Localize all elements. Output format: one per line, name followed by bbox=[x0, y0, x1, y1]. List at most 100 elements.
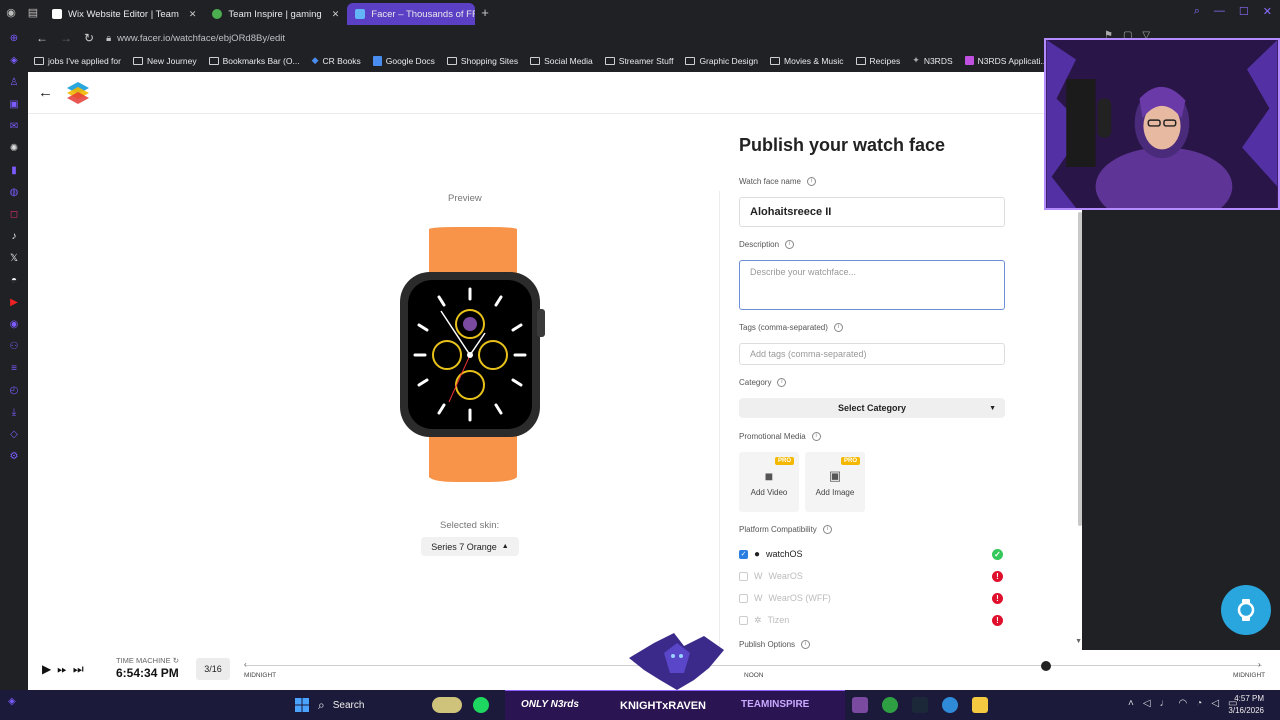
steam-icon[interactable] bbox=[912, 697, 928, 713]
bookmark-item[interactable]: ◆ CR Books bbox=[312, 55, 361, 66]
spotify-icon[interactable] bbox=[473, 697, 489, 713]
info-icon[interactable]: i bbox=[801, 640, 811, 649]
xbox-icon[interactable] bbox=[882, 697, 898, 713]
new-tab-button[interactable]: + bbox=[475, 5, 495, 20]
error-status-icon[interactable]: ! bbox=[992, 614, 1003, 626]
info-icon[interactable]: i bbox=[811, 432, 821, 441]
widget-icon[interactable] bbox=[432, 697, 462, 713]
sidebar-spotify-icon[interactable]: ◉ bbox=[6, 316, 22, 333]
close-icon[interactable]: ✕ bbox=[189, 9, 197, 20]
name-label: Watch face name bbox=[739, 177, 801, 186]
back-arrow-icon[interactable]: ← bbox=[38, 84, 53, 101]
sidebar-messenger-icon[interactable]: ◍ bbox=[6, 184, 22, 201]
info-icon[interactable]: i bbox=[806, 177, 816, 186]
sidebar-youtube-icon[interactable]: ▶ bbox=[6, 294, 22, 311]
speaker-icon[interactable]: ◁ bbox=[1143, 698, 1151, 709]
bookmark-item[interactable]: Social Media bbox=[530, 56, 593, 66]
reset-icon[interactable]: ↻ bbox=[173, 656, 179, 665]
tab-facer[interactable]: Facer – Thousands of FRE ✕ bbox=[347, 3, 476, 25]
sidebar-discord-icon[interactable]: ◓ bbox=[6, 272, 22, 289]
add-video-button[interactable]: PRO ■ Add Video bbox=[739, 452, 799, 512]
description-textarea[interactable]: Describe your watchface... bbox=[739, 260, 1005, 310]
close-window-icon[interactable]: ✕ bbox=[1263, 5, 1272, 18]
widgets-icon[interactable]: ◈ bbox=[8, 696, 16, 707]
taskbar-clock[interactable]: 4:57 PM 3/16/2026 bbox=[1228, 693, 1264, 717]
facer-logo-icon[interactable] bbox=[66, 81, 90, 105]
add-image-button[interactable]: PRO ▣ Add Image bbox=[805, 452, 865, 512]
sidebar-chatgpt-icon[interactable]: ✺ bbox=[6, 140, 22, 157]
tab-wix[interactable]: Wix Website Editor | Team ✕ bbox=[44, 3, 204, 25]
compat-label: Platform Compatibility bbox=[739, 525, 817, 534]
tab-list-icon[interactable]: ▤ bbox=[22, 0, 44, 25]
bookmark-item[interactable]: Shopping Sites bbox=[446, 56, 518, 66]
info-icon[interactable]: i bbox=[785, 240, 795, 249]
maximize-icon[interactable]: ☐ bbox=[1239, 5, 1249, 18]
midnight-right-label: MIDNIGHT bbox=[1233, 672, 1266, 679]
scroll-down-icon[interactable]: ▼ bbox=[1075, 638, 1082, 645]
bookmark-item[interactable]: Graphic Design bbox=[685, 56, 758, 66]
sidebar-settings-icon[interactable]: ⚙ bbox=[6, 448, 22, 465]
watch-face-name-input[interactable]: Alohaitsreece II bbox=[739, 197, 1005, 227]
reload-icon[interactable]: ↻ bbox=[84, 31, 94, 45]
fast-forward-icon[interactable]: ⏩︎ bbox=[57, 662, 67, 677]
category-dropdown[interactable]: Select Category ▼ bbox=[739, 398, 1005, 418]
volume-icon[interactable]: ◁ bbox=[1211, 698, 1219, 709]
play-icon[interactable]: ▶ bbox=[42, 662, 51, 677]
bookmark-item[interactable]: Recipes bbox=[855, 56, 900, 66]
sidebar-wallet-icon[interactable]: ▣ bbox=[6, 96, 22, 113]
edge-icon[interactable] bbox=[942, 697, 958, 713]
info-icon[interactable]: i bbox=[822, 525, 832, 534]
info-icon[interactable]: i bbox=[777, 378, 787, 387]
tab-team-inspire[interactable]: Team Inspire | gaming ✕ bbox=[204, 3, 347, 25]
skin-value: Series 7 Orange bbox=[431, 541, 497, 552]
headset-icon[interactable]: ◠ bbox=[1179, 698, 1188, 709]
sidebar-download-icon[interactable]: ⤓ bbox=[6, 404, 22, 421]
checkbox-checked[interactable]: ✓ bbox=[739, 549, 748, 559]
error-status-icon[interactable]: ! bbox=[992, 592, 1003, 604]
faster-forward-icon[interactable]: ⏭︎ bbox=[73, 662, 84, 677]
sidebar-twitch-icon[interactable]: ▮ bbox=[6, 162, 22, 179]
bookmark-item[interactable]: ✦ N3RDS bbox=[912, 55, 952, 66]
sidebar-tiktok-icon[interactable]: ♪ bbox=[6, 228, 22, 245]
url-field[interactable]: 🔒︎ www.facer.io/watchface/ebjORd8By/edit bbox=[106, 33, 285, 44]
sidebar-add-icon[interactable]: ⊕ bbox=[6, 30, 22, 47]
tags-input[interactable]: Add tags (comma-separated) bbox=[739, 343, 1005, 365]
bookmark-item[interactable]: Bookmarks Bar (O... bbox=[208, 56, 300, 66]
mic-icon[interactable]: ♩ bbox=[1160, 698, 1170, 709]
error-status-icon[interactable]: ! bbox=[992, 570, 1003, 582]
twitch-icon[interactable] bbox=[852, 697, 868, 713]
skin-dropdown[interactable]: Series 7 Orange ▲ bbox=[421, 537, 519, 556]
sidebar-apps-icon[interactable]: ◇ bbox=[6, 426, 22, 443]
close-icon[interactable]: ✕ bbox=[332, 9, 340, 20]
bookmark-item[interactable]: Google Docs bbox=[372, 55, 435, 66]
info-icon[interactable]: i bbox=[833, 323, 843, 332]
file-explorer-icon[interactable] bbox=[972, 697, 988, 713]
page-scrollbar[interactable] bbox=[1078, 212, 1082, 526]
sidebar-pin-icon[interactable]: ◈ bbox=[6, 52, 22, 69]
chevron-up-icon[interactable]: ˄ bbox=[1128, 698, 1134, 709]
bookmark-item[interactable]: Movies & Music bbox=[770, 56, 844, 66]
sidebar-profile-icon[interactable]: ♙ bbox=[6, 74, 22, 91]
sidebar-chart-icon[interactable]: ⚇ bbox=[6, 338, 22, 355]
wifi-icon[interactable]: ◔ bbox=[1196, 698, 1202, 709]
time-slider-track[interactable] bbox=[246, 665, 1262, 666]
bookmark-item[interactable]: N3RDS Applicati... bbox=[964, 56, 1048, 66]
sidebar-history-icon[interactable]: ◴ bbox=[6, 382, 22, 399]
wearos-icon: W bbox=[754, 571, 763, 581]
search-tabs-icon[interactable]: ⌕ bbox=[1194, 5, 1200, 18]
back-icon[interactable]: ← bbox=[36, 31, 48, 45]
forward-icon[interactable]: → bbox=[60, 31, 72, 45]
bookmark-item[interactable]: New Journey bbox=[132, 56, 197, 66]
sidebar-x-icon[interactable]: 𝕏 bbox=[6, 250, 22, 267]
help-chat-button[interactable] bbox=[1221, 585, 1271, 635]
platform-row-watchos[interactable]: ✓ ● watchOS ✓ bbox=[739, 547, 1005, 561]
minimize-icon[interactable]: — bbox=[1214, 5, 1225, 18]
bookmark-item[interactable]: Streamer Stuff bbox=[604, 56, 673, 66]
sidebar-mail-icon[interactable]: ✉ bbox=[6, 118, 22, 135]
profile-icon[interactable]: ◉ bbox=[0, 0, 22, 25]
windows-start-icon[interactable] bbox=[294, 697, 310, 713]
sidebar-list-icon[interactable]: ≡ bbox=[6, 360, 22, 377]
bookmark-item[interactable]: jobs I've applied for bbox=[34, 56, 121, 66]
time-slider-knob[interactable] bbox=[1041, 661, 1051, 671]
sidebar-instagram-icon[interactable]: ◻ bbox=[6, 206, 22, 223]
